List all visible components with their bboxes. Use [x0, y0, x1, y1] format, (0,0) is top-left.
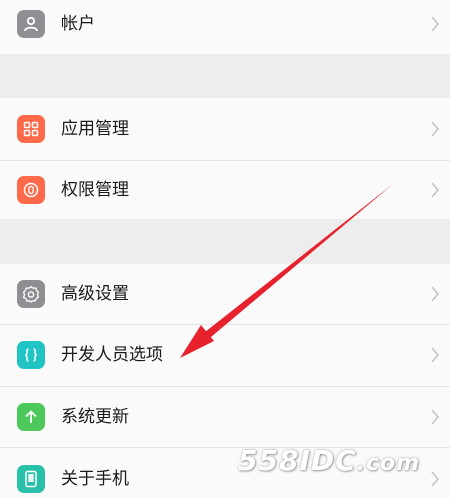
developer-braces-icon: [17, 341, 45, 369]
chevron-right-icon: [431, 471, 440, 487]
settings-item-label: 帐户: [61, 14, 95, 34]
settings-item-label: 权限管理: [61, 180, 129, 200]
watermark-suffix: .com: [356, 451, 421, 476]
settings-item-permission-management[interactable]: 权限管理: [0, 161, 450, 219]
watermark-main: 558IDC: [238, 444, 357, 477]
chevron-right-icon: [431, 121, 440, 137]
section-gap: [0, 219, 450, 264]
chevron-right-icon: [431, 409, 440, 425]
settings-item-label: 高级设置: [61, 284, 129, 304]
chevron-right-icon: [431, 16, 440, 32]
chevron-right-icon: [431, 286, 440, 302]
settings-item-developer-options[interactable]: 开发人员选项: [0, 325, 450, 386]
chevron-right-icon: [431, 347, 440, 363]
settings-item-label: 系统更新: [61, 407, 129, 427]
settings-item-label: 关于手机: [61, 469, 129, 489]
section-gap: [0, 54, 450, 98]
settings-item-advanced-settings[interactable]: 高级设置: [0, 264, 450, 324]
permission-shield-icon: [17, 176, 45, 204]
apps-grid-icon: [17, 115, 45, 143]
settings-item-app-management[interactable]: 应用管理: [0, 98, 450, 160]
watermark: 558IDC.com: [238, 444, 420, 477]
gear-icon: [17, 280, 45, 308]
account-icon: [17, 10, 45, 38]
phone-icon: [17, 465, 45, 493]
update-arrow-icon: [17, 403, 45, 431]
settings-item-system-update[interactable]: 系统更新: [0, 387, 450, 447]
chevron-right-icon: [431, 182, 440, 198]
settings-item-label: 开发人员选项: [61, 345, 163, 365]
settings-item-label: 应用管理: [61, 119, 129, 139]
settings-item-account[interactable]: 帐户: [0, 0, 450, 54]
